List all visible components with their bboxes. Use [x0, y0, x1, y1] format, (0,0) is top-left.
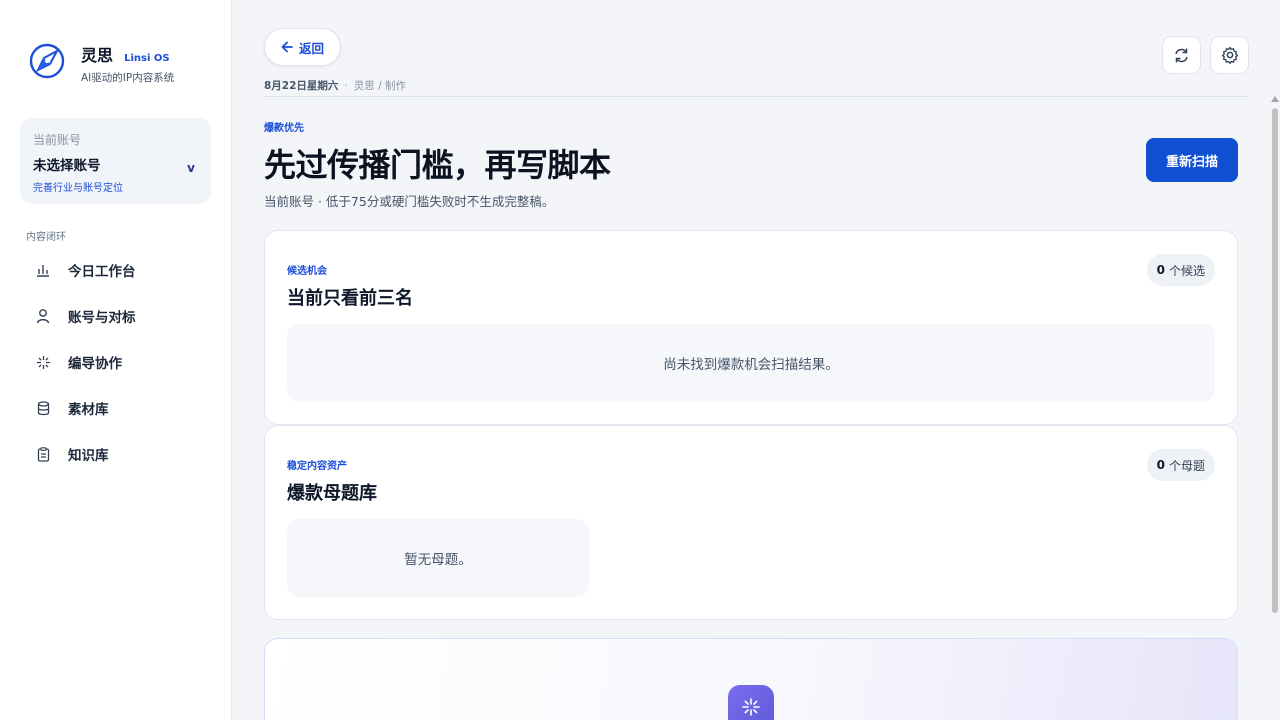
- compass-logo-icon: [29, 43, 65, 79]
- refresh-button[interactable]: [1162, 36, 1201, 74]
- card-title: 爆款母题库: [287, 483, 377, 504]
- card-eyebrow: 稳定内容资产: [287, 461, 347, 472]
- brand[interactable]: 灵思 Linsi OS AI驱动的IP内容系统: [28, 42, 174, 84]
- scroll-up-arrow[interactable]: [1271, 96, 1279, 102]
- breadcrumb: 灵思 / 制作: [353, 80, 406, 92]
- brand-subtitle: AI驱动的IP内容系统: [81, 72, 175, 84]
- current-date: 8月22日星期六: [264, 80, 339, 92]
- refresh-icon: [1175, 48, 1188, 62]
- topic-count-badge: 0 个母题: [1146, 449, 1215, 481]
- sidebar-item-workbench[interactable]: 今日工作台: [26, 252, 216, 288]
- sidebar-item-accounts[interactable]: 账号与对标: [26, 298, 216, 334]
- account-setup-link[interactable]: 完善行业与账号定位: [33, 179, 123, 194]
- count-unit: 个候选: [1168, 263, 1205, 278]
- sidebar-item-label: 今日工作台: [68, 264, 136, 280]
- candidates-card: 候选机会 当前只看前三名 0 个候选 尚未找到爆款机会扫描结果。: [264, 230, 1238, 425]
- sidebar-item-director[interactable]: 编导协作: [26, 344, 216, 380]
- bar-chart-icon: [35, 262, 51, 278]
- chevron-down-icon[interactable]: v: [187, 161, 195, 175]
- count-value: 0: [1156, 263, 1165, 277]
- sidebar-item-label: 素材库: [68, 402, 109, 418]
- back-label: 返回: [298, 40, 324, 56]
- page-eyebrow: 爆款优先: [264, 123, 304, 134]
- settings-button[interactable]: [1210, 36, 1249, 74]
- count-value: 0: [1156, 458, 1165, 472]
- ai-assistant-card: [264, 638, 1238, 720]
- card-title: 当前只看前三名: [287, 288, 413, 309]
- sidebar-item-label: 账号与对标: [68, 310, 136, 326]
- account-value: 未选择账号: [33, 158, 101, 174]
- arrow-left-icon: [281, 41, 293, 53]
- candidate-count-badge: 0 个候选: [1146, 254, 1215, 286]
- meta-line: 8月22日星期六 · 灵思 / 制作: [264, 78, 406, 93]
- brand-name-en: Linsi OS: [124, 53, 170, 64]
- sidebar-item-label: 知识库: [68, 448, 109, 464]
- page-title: 先过传播门槛，再写脚本: [264, 146, 611, 184]
- count-unit: 个母题: [1168, 458, 1205, 473]
- sidebar-item-label: 编导协作: [68, 356, 122, 372]
- empty-state: 尚未找到爆款机会扫描结果。: [287, 324, 1215, 402]
- sidebar: 灵思 Linsi OS AI驱动的IP内容系统 当前账号 未选择账号 完善行业与…: [0, 0, 232, 720]
- page-subtitle: 当前账号 · 低于75分或硬门槛失败时不生成完整稿。: [264, 194, 555, 209]
- gear-icon: [1221, 46, 1238, 64]
- nav-section-title: 内容闭环: [26, 232, 66, 243]
- page-scrollbar[interactable]: [1270, 96, 1280, 720]
- sidebar-item-materials[interactable]: 素材库: [26, 390, 216, 426]
- brand-name: 灵思: [81, 46, 114, 65]
- ai-badge[interactable]: [728, 685, 774, 720]
- sidebar-item-knowledge[interactable]: 知识库: [26, 436, 216, 472]
- sparkle-icon: [742, 698, 760, 716]
- topics-card: 稳定内容资产 爆款母题库 0 个母题 暂无母题。: [264, 425, 1238, 620]
- empty-state: 暂无母题。: [287, 519, 589, 597]
- clipboard-icon: [35, 446, 51, 462]
- meta-separator: ·: [344, 80, 348, 92]
- account-label: 当前账号: [33, 133, 82, 147]
- database-icon: [35, 400, 51, 416]
- user-icon: [35, 308, 51, 324]
- sparkle-icon: [35, 354, 51, 370]
- card-eyebrow: 候选机会: [287, 266, 327, 277]
- back-button[interactable]: 返回: [264, 28, 341, 66]
- rescan-button[interactable]: 重新扫描: [1146, 138, 1238, 182]
- header-divider: [264, 96, 1248, 97]
- account-selector[interactable]: 当前账号 未选择账号 完善行业与账号定位 v: [20, 118, 211, 204]
- scroll-thumb[interactable]: [1272, 108, 1278, 613]
